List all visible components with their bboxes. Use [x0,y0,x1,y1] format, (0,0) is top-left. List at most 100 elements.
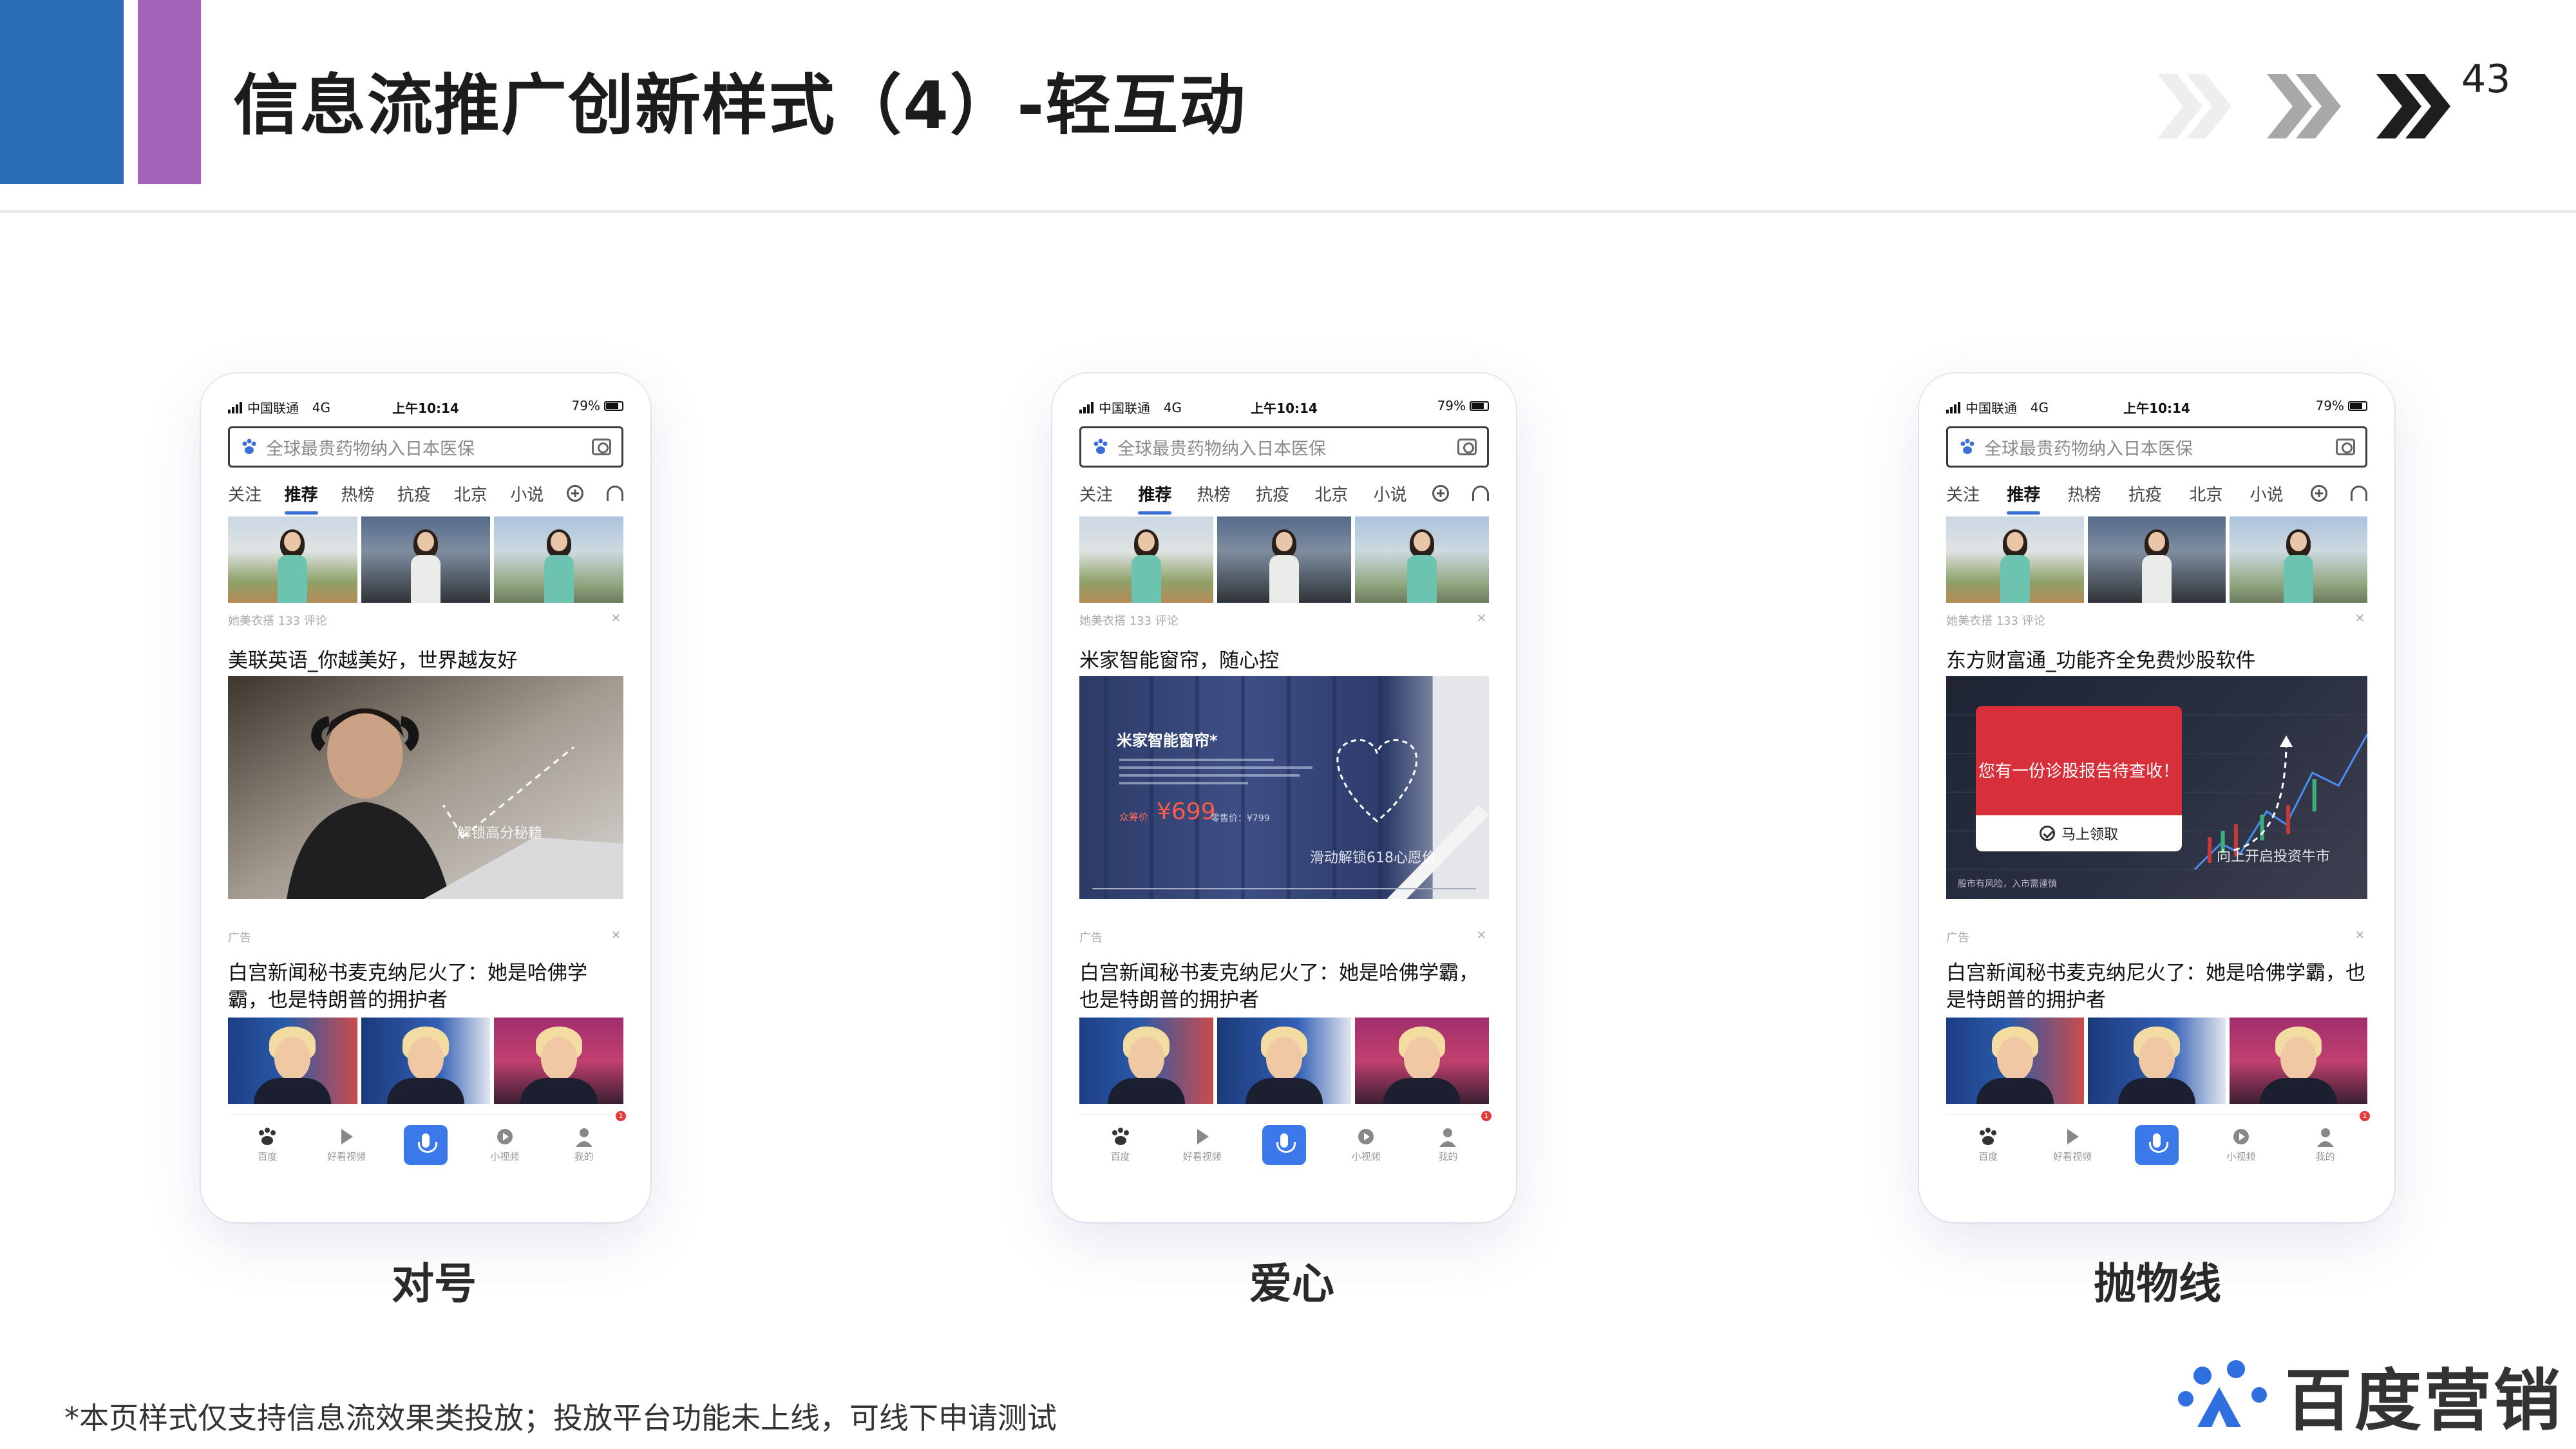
tab-beijing[interactable]: 北京 [2189,482,2249,506]
report-card-text: 您有一份诊股报告待查收！ [1978,762,2179,781]
status-bar: 中国联通 4G 上午10:14 79% [1946,398,2367,417]
tab-recommend[interactable]: 推荐 [284,482,341,515]
battery-percent: 79% [2315,398,2344,413]
news-title[interactable]: 白宫新闻秘书麦克纳尼火了：她是哈佛学霸，也是特朗普的拥护者 [1079,960,1489,1014]
play-icon [1197,1129,1209,1144]
camera-icon[interactable] [592,439,611,455]
ad-title[interactable]: 米家智能窗帘，随心控 [1079,644,1489,673]
battery-icon [604,401,623,411]
tab-hot[interactable]: 热榜 [341,482,397,506]
tab-recommend[interactable]: 推荐 [2007,482,2067,515]
news-title[interactable]: 白宫新闻秘书麦克纳尼火了：她是哈佛学霸，也是特朗普的拥护者 [1946,960,2367,1014]
tab-follow[interactable]: 关注 [1946,482,2007,506]
headphones-icon[interactable] [607,486,624,501]
headphones-icon[interactable] [1472,486,1489,501]
news-photo-row[interactable] [1079,1018,1489,1104]
dismiss-icon[interactable]: ✕ [2355,612,2365,625]
nav-short-video[interactable]: 小视频 [2215,1126,2267,1163]
feed-photo-row[interactable] [1079,516,1489,603]
feed-photo-row[interactable] [1946,516,2367,603]
nav-home[interactable]: 百度 [1095,1126,1146,1163]
nav-video[interactable]: 好看视频 [2047,1126,2098,1163]
add-channel-icon[interactable] [1432,485,1449,502]
ad-image-heart[interactable]: 米家智能窗帘* 众筹价 ¥699 零售价：¥799 滑动解锁618心愿价 [1079,676,1489,899]
nav-short-video[interactable]: 小视频 [1340,1126,1392,1163]
status-time: 上午10:14 [2123,401,2190,416]
tab-antiepidemic[interactable]: 抗疫 [397,482,454,506]
short-video-icon [1358,1129,1374,1144]
feed-meta: 她美衣搭 133 评论 ✕ [228,612,621,628]
search-input[interactable]: 全球最贵药物纳入日本医保 [1946,426,2367,468]
tab-novel[interactable]: 小说 [510,482,567,506]
chevrons-icon [2157,74,2450,138]
tab-antiepidemic[interactable]: 抗疫 [1256,482,1314,506]
search-input[interactable]: 全球最贵药物纳入日本医保 [228,426,623,468]
nav-profile[interactable]: 1 我的 [2300,1111,2370,1163]
dismiss-icon[interactable]: ✕ [611,929,621,942]
channel-tabs: 关注 推荐 热榜 抗疫 北京 小说 [1946,478,2367,515]
tab-beijing[interactable]: 北京 [1314,482,1373,506]
nav-home[interactable]: 百度 [1962,1126,2014,1163]
ad-label: 广告 ✕ [1946,929,2365,945]
news-photo-row[interactable] [1946,1018,2367,1104]
bottom-nav: 百度 好看视频 小视频 1 我的 [1946,1111,2370,1185]
tab-recommend[interactable]: 推荐 [1138,482,1197,515]
tab-beijing[interactable]: 北京 [454,482,511,506]
news-photo [1217,1018,1351,1104]
news-photo-row[interactable] [228,1018,624,1104]
dismiss-icon[interactable]: ✕ [611,612,621,625]
bottom-nav: 百度 好看视频 小视频 1 我的 [228,1111,626,1185]
claim-button[interactable]: 马上领取 [1976,815,2182,851]
check-circle-icon [2039,826,2055,841]
tab-follow[interactable]: 关注 [228,482,285,506]
nav-video[interactable]: 好看视频 [1177,1126,1228,1163]
camera-icon[interactable] [1457,439,1477,455]
camera-icon[interactable] [2336,439,2355,455]
news-title[interactable]: 白宫新闻秘书麦克纳尼火了：她是哈佛学霸，也是特朗普的拥护者 [228,960,623,1014]
tab-follow[interactable]: 关注 [1079,482,1138,506]
nav-video[interactable]: 好看视频 [321,1126,372,1163]
carrier-label: 中国联通 [1099,401,1150,416]
ad-title[interactable]: 东方财富通_功能齐全免费炒股软件 [1946,644,2367,673]
dismiss-icon[interactable]: ✕ [1477,929,1486,942]
baidu-paw-icon [1112,1128,1129,1145]
status-bar: 中国联通 4G 上午10:14 79% [228,398,623,417]
carrier-label: 中国联通 [1965,401,2017,416]
nav-voice[interactable] [1258,1125,1310,1165]
caption-parabola: 抛物线 [2094,1259,2221,1309]
feed-photo-row[interactable] [228,516,624,603]
search-input[interactable]: 全球最贵药物纳入日本医保 [1079,426,1489,468]
ad-body-lines [1119,753,1312,792]
nav-home[interactable]: 百度 [242,1126,293,1163]
ad-image-checkmark[interactable]: 解锁高分秘籍 [228,676,623,899]
tab-novel[interactable]: 小说 [2250,482,2311,506]
feed-photo [228,516,357,603]
nav-short-video[interactable]: 小视频 [479,1126,531,1163]
add-channel-icon[interactable] [567,485,584,502]
nav-profile[interactable]: 1 我的 [1422,1111,1492,1163]
headphones-icon[interactable] [2350,486,2367,501]
tab-hot[interactable]: 热榜 [1197,482,1256,506]
network-label: 4G [1163,399,1182,415]
caption-heart: 爱心 [1249,1259,1334,1309]
tab-novel[interactable]: 小说 [1374,482,1432,506]
news-photo [2088,1018,2226,1104]
battery-icon [1470,401,1489,411]
ad-label: 广告 ✕ [1079,929,1486,945]
report-card[interactable]: 您有一份诊股报告待查收！ 马上领取 [1976,706,2182,851]
caption-checkmark: 对号 [392,1259,477,1309]
ad-image-parabola[interactable]: 您有一份诊股报告待查收！ 马上领取 向上开启投资牛市 股市有风险，入市需谨慎 [1946,676,2367,899]
nav-profile[interactable]: 1 我的 [558,1111,626,1163]
nav-voice[interactable] [400,1125,451,1165]
nav-voice[interactable] [2131,1125,2183,1165]
tab-hot[interactable]: 热榜 [2068,482,2128,506]
tab-antiepidemic[interactable]: 抗疫 [2128,482,2189,506]
dismiss-icon[interactable]: ✕ [1477,612,1486,625]
channel-tabs: 关注 推荐 热榜 抗疫 北京 小说 [1079,478,1489,515]
add-channel-icon[interactable] [2310,485,2327,502]
ad-title[interactable]: 美联英语_你越美好，世界越友好 [228,644,623,673]
battery-percent: 79% [571,398,600,413]
dismiss-icon[interactable]: ✕ [2355,929,2365,942]
news-photo [1355,1018,1489,1104]
channel-tabs: 关注 推荐 热榜 抗疫 北京 小说 [228,478,624,515]
